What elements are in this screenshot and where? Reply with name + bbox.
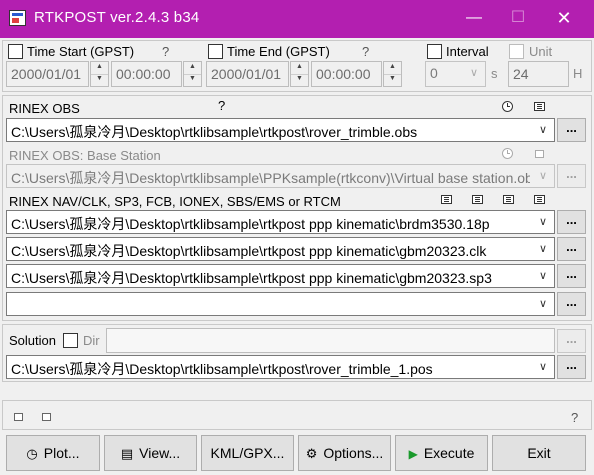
time-start-checkbox[interactable] [8,44,23,59]
chevron-down-icon: ∨ [538,124,548,136]
file-view-icon [535,150,544,158]
file-view-icon[interactable] [534,102,545,111]
interval-value: 0 [430,65,438,81]
execute-button-label: Execute [423,445,475,461]
base-obs-browse-button[interactable]: ... [557,164,586,188]
unit-label: Unit [529,44,553,59]
time-start-time-field[interactable]: 00:00:00 [111,61,182,87]
nav-path-3: C:\Users\孤泉冷月\Desktop\rtklibsample\rtkpo… [11,270,492,286]
nav-browse-button-3[interactable]: ... [557,264,586,288]
base-obs-path-select[interactable]: C:\Users\孤泉冷月\Desktop\rtklibsample\PPKsa… [6,164,555,188]
kml-gpx-button[interactable]: KML/GPX... [201,435,294,471]
chevron-down-icon: ∨ [538,270,548,282]
dir-label: Dir [83,333,100,348]
view-button-label: View... [139,445,181,461]
rover-obs-browse-button[interactable]: ... [557,118,586,142]
solution-dir-field[interactable] [106,328,555,353]
time-start-date-field[interactable]: 2000/01/01 [6,61,89,87]
status-help-icon[interactable]: ? [571,410,578,425]
app-icon [9,10,26,26]
window-title: RTKPOST ver.2.4.3 b34 [34,9,200,26]
file-view-icon[interactable] [503,195,514,204]
time-end-time-stepper[interactable] [383,61,402,87]
file-view-icon: ▤ [120,446,134,461]
solution-dir-browse-button[interactable]: ... [557,329,586,353]
status-indicator-icon [42,413,51,421]
clock-icon[interactable] [502,101,513,112]
exit-button-label: Exit [527,445,551,461]
status-indicator-icon [14,413,23,421]
chevron-down-icon: ∨ [538,298,548,310]
clock-icon: ◷ [26,446,38,461]
unit-checkbox[interactable] [509,44,524,59]
time-end-help-icon[interactable]: ? [362,44,369,59]
chevron-down-icon: ∨ [538,361,548,373]
solution-path: C:\Users\孤泉冷月\Desktop\rtklibsample\rtkpo… [11,361,433,377]
time-end-time-field[interactable]: 00:00:00 [311,61,382,87]
plot-button-label: Plot... [43,445,80,461]
execute-button[interactable]: ▶ Execute [395,435,488,471]
title-bar: RTKPOST ver.2.4.3 b34 — ☐ ✕ [0,0,594,38]
options-button-label: Options... [323,445,384,461]
solution-path-select[interactable]: C:\Users\孤泉冷月\Desktop\rtklibsample\rtkpo… [6,355,555,379]
options-button[interactable]: ⚙ Options... [298,435,391,471]
time-start-time-stepper[interactable] [183,61,202,87]
interval-select[interactable]: 0 ∨ [425,61,486,87]
interval-label: Interval [446,44,489,59]
solution-browse-button[interactable]: ... [557,355,586,379]
nav-path-select-1[interactable]: C:\Users\孤泉冷月\Desktop\rtklibsample\rtkpo… [6,210,555,234]
rover-obs-label: RINEX OBS [9,101,80,116]
solution-dir-checkbox[interactable] [63,333,78,348]
plot-button[interactable]: ◷ Plot... [6,435,100,471]
nav-path-2: C:\Users\孤泉冷月\Desktop\rtklibsample\rtkpo… [11,243,487,259]
interval-unit: s [491,66,498,81]
time-end-date-stepper[interactable] [290,61,309,87]
maximize-button: ☐ [510,9,526,26]
unit-field[interactable]: 24 [508,61,569,87]
nav-browse-button-4[interactable]: ... [557,292,586,316]
unit-hours: H [573,66,583,81]
chevron-down-icon: ∨ [538,216,548,228]
interval-checkbox[interactable] [427,44,442,59]
time-start-date-stepper[interactable] [90,61,109,87]
nav-path-select-2[interactable]: C:\Users\孤泉冷月\Desktop\rtklibsample\rtkpo… [6,237,555,261]
time-end-date-field[interactable]: 2000/01/01 [206,61,289,87]
clock-icon [502,148,513,159]
time-end-checkbox[interactable] [208,44,223,59]
close-button[interactable]: ✕ [542,4,586,32]
base-obs-label: RINEX OBS: Base Station [9,148,161,163]
time-start-help-icon[interactable]: ? [162,44,169,59]
status-panel [2,400,592,430]
view-button[interactable]: ▤ View... [104,435,197,471]
kml-gpx-button-label: KML/GPX... [210,445,285,461]
nav-path-select-3[interactable]: C:\Users\孤泉冷月\Desktop\rtklibsample\rtkpo… [6,264,555,288]
nav-path-select-4[interactable]: ∨ [6,292,555,316]
chevron-down-icon: ∨ [538,170,548,182]
file-view-icon[interactable] [441,195,452,204]
file-view-icon[interactable] [472,195,483,204]
play-icon: ▶ [408,447,418,461]
nav-files-label: RINEX NAV/CLK, SP3, FCB, IONEX, SBS/EMS … [9,194,341,209]
base-obs-path: C:\Users\孤泉冷月\Desktop\rtklibsample\PPKsa… [11,170,530,186]
chevron-down-icon: ∨ [538,243,548,255]
file-view-icon[interactable] [534,195,545,204]
nav-browse-button-1[interactable]: ... [557,210,586,234]
gear-icon: ⚙ [305,446,318,461]
rover-obs-path-select[interactable]: C:\Users\孤泉冷月\Desktop\rtklibsample\rtkpo… [6,118,555,142]
minimize-button[interactable]: — [452,4,496,32]
rover-obs-path: C:\Users\孤泉冷月\Desktop\rtklibsample\rtkpo… [11,124,418,140]
solution-label: Solution [9,333,56,348]
nav-browse-button-2[interactable]: ... [557,237,586,261]
time-start-label: Time Start (GPST) [27,44,135,59]
time-end-label: Time End (GPST) [227,44,330,59]
chevron-down-icon: ∨ [469,67,479,79]
nav-path-1: C:\Users\孤泉冷月\Desktop\rtklibsample\rtkpo… [11,216,490,232]
exit-button[interactable]: Exit [492,435,586,471]
rover-obs-help-icon[interactable]: ? [218,98,225,113]
